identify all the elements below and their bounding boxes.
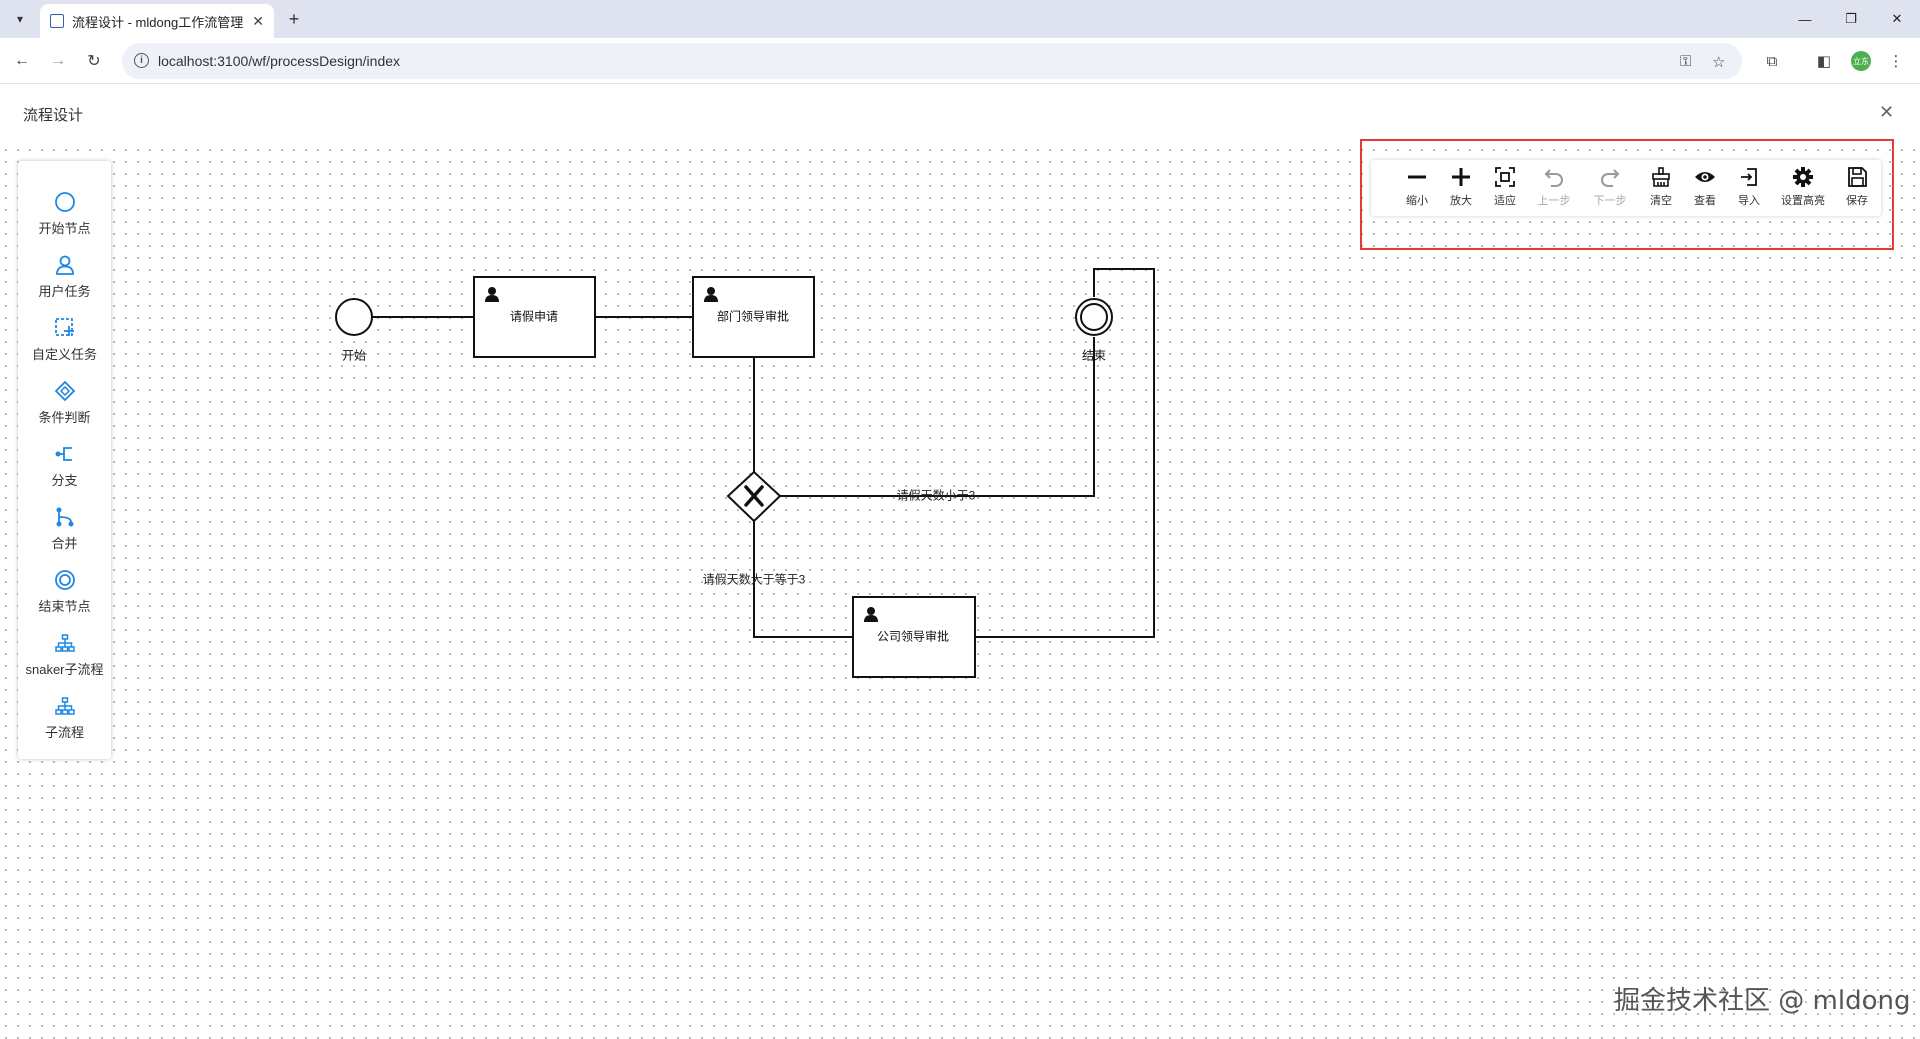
toolbar-label: 导入 bbox=[1738, 195, 1760, 207]
subprocess-icon bbox=[54, 634, 75, 652]
eye-icon bbox=[1695, 172, 1715, 182]
zoom-in-icon bbox=[1452, 168, 1470, 186]
palette-snaker-subprocess[interactable]: snaker子流程 bbox=[18, 626, 111, 686]
toolbar-label: 缩小 bbox=[1406, 195, 1428, 207]
start-event[interactable] bbox=[335, 298, 373, 336]
task-dept-label: 部门领导审批 bbox=[716, 309, 790, 324]
palette-end-node[interactable]: 结束节点 bbox=[18, 563, 111, 623]
set-highlight-button[interactable]: 设置高亮 bbox=[1773, 166, 1833, 212]
task-apply-label: 请假申请 bbox=[509, 309, 559, 324]
redo-button[interactable]: 下一步 bbox=[1585, 166, 1635, 212]
palette-label: 结束节点 bbox=[38, 599, 91, 614]
clear-button[interactable]: 清空 bbox=[1641, 166, 1681, 212]
toolbar-label: 查看 bbox=[1694, 195, 1716, 207]
toolbar-label: 下一步 bbox=[1593, 195, 1627, 207]
node-palette: 开始节点 用户任务 自定义任务 条件判断 分支 合并 结束节点 snaker子流… bbox=[18, 161, 111, 759]
palette-label: 合并 bbox=[51, 536, 78, 551]
palette-label: 用户任务 bbox=[38, 284, 91, 299]
gear-icon bbox=[1793, 167, 1813, 187]
palette-label: 分支 bbox=[51, 473, 78, 488]
edge-company-end[interactable] bbox=[975, 268, 1155, 638]
save-icon bbox=[1848, 167, 1867, 187]
toolbar-label: 保存 bbox=[1846, 195, 1868, 207]
double-circle-icon bbox=[54, 570, 75, 590]
fork-icon bbox=[55, 447, 72, 461]
palette-label: 条件判断 bbox=[38, 410, 91, 425]
watermark: 掘金技术社区 @ mldong bbox=[1614, 986, 1911, 1016]
end-event-inner bbox=[1080, 303, 1108, 331]
undo-button[interactable]: 上一步 bbox=[1529, 166, 1579, 212]
start-label: 开始 bbox=[341, 348, 367, 363]
toolbar-label: 上一步 bbox=[1537, 195, 1571, 207]
circle-icon bbox=[54, 192, 75, 212]
palette-label: 自定义任务 bbox=[31, 347, 97, 362]
join-icon bbox=[56, 507, 73, 527]
toolbar-label: 清空 bbox=[1650, 195, 1672, 207]
edge-label-gte-3: 请假天数大于等于3 bbox=[702, 572, 806, 587]
fit-button[interactable]: 适应 bbox=[1485, 166, 1525, 212]
palette-label: 开始节点 bbox=[38, 221, 91, 236]
palette-join[interactable]: 合并 bbox=[18, 500, 111, 560]
custom-task-icon bbox=[54, 318, 74, 336]
palette-condition[interactable]: 条件判断 bbox=[18, 374, 111, 434]
palette-fork[interactable]: 分支 bbox=[18, 437, 111, 497]
palette-subprocess[interactable]: 子流程 bbox=[18, 689, 111, 749]
flow-diagram bbox=[335, 268, 1155, 678]
fit-icon bbox=[1495, 167, 1515, 187]
subprocess-icon bbox=[54, 697, 75, 715]
undo-icon bbox=[1544, 169, 1563, 187]
edge-label-less-than-3: 请假天数小于3 bbox=[896, 488, 976, 503]
palette-label: 子流程 bbox=[44, 725, 84, 740]
edge-gateway-end[interactable] bbox=[780, 337, 1095, 497]
save-button[interactable]: 保存 bbox=[1837, 166, 1877, 212]
zoom-out-button[interactable]: 缩小 bbox=[1397, 166, 1437, 212]
redo-icon bbox=[1601, 169, 1620, 187]
import-button[interactable]: 导入 bbox=[1729, 166, 1769, 212]
zoom-in-button[interactable]: 放大 bbox=[1441, 166, 1481, 212]
palette-user-task[interactable]: 用户任务 bbox=[18, 248, 111, 308]
palette-start-node[interactable]: 开始节点 bbox=[18, 185, 111, 245]
import-icon bbox=[1741, 168, 1757, 186]
user-icon bbox=[55, 255, 74, 275]
clear-icon bbox=[1652, 167, 1670, 187]
toolbar-label: 设置高亮 bbox=[1781, 195, 1825, 207]
end-label: 结束 bbox=[1081, 348, 1107, 363]
toolbar-label: 适应 bbox=[1494, 195, 1516, 207]
view-button[interactable]: 查看 bbox=[1685, 166, 1725, 212]
palette-label: snaker子流程 bbox=[25, 662, 104, 677]
task-company-label: 公司领导审批 bbox=[876, 629, 950, 644]
diamond-icon bbox=[54, 380, 75, 402]
palette-custom-task[interactable]: 自定义任务 bbox=[18, 311, 111, 371]
editor-toolbar: 缩小 放大 适应 上一步 下一步 清空 查看 导入 设置高亮 保存 bbox=[1371, 160, 1881, 216]
toolbar-label: 放大 bbox=[1450, 195, 1472, 207]
zoom-out-icon bbox=[1408, 175, 1426, 179]
